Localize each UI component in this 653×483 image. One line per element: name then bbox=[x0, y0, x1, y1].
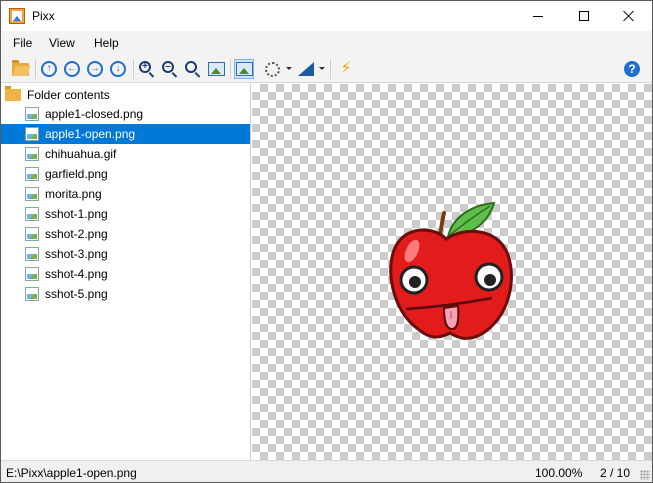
zoom-out-icon: – bbox=[162, 61, 174, 73]
maximize-button[interactable] bbox=[561, 1, 607, 31]
file-name: sshot-2.png bbox=[45, 227, 108, 241]
title-bar[interactable]: Pixx bbox=[1, 1, 652, 31]
status-file-path: E:\Pixx\apple1-open.png bbox=[6, 466, 137, 480]
file-item[interactable]: garfield.png bbox=[1, 164, 250, 184]
resize-grip[interactable] bbox=[640, 470, 650, 480]
minimize-icon bbox=[533, 15, 543, 17]
file-name: sshot-1.png bbox=[45, 207, 108, 221]
chevron-down-icon[interactable] bbox=[319, 67, 325, 70]
navigate-back-button[interactable]: ← bbox=[62, 59, 82, 79]
menu-bar: File View Help bbox=[1, 31, 652, 55]
image-file-icon bbox=[25, 107, 39, 121]
file-item[interactable]: sshot-2.png bbox=[1, 224, 250, 244]
app-window: Pixx File View Help ↑ ← → ↓ + – ⚡ ? Fold… bbox=[0, 0, 653, 483]
image-file-icon bbox=[25, 167, 39, 181]
toolbar-separator bbox=[133, 59, 134, 79]
image-file-icon bbox=[25, 267, 39, 281]
file-name: garfield.png bbox=[45, 167, 108, 181]
file-item[interactable]: sshot-4.png bbox=[1, 264, 250, 284]
image-file-icon bbox=[25, 287, 39, 301]
minimize-button[interactable] bbox=[515, 1, 561, 31]
toolbar-separator bbox=[330, 59, 331, 79]
image-file-icon bbox=[25, 127, 39, 141]
file-item[interactable]: apple1-closed.png bbox=[1, 104, 250, 124]
dotted-circle-icon bbox=[264, 61, 280, 77]
zoom-icon bbox=[185, 61, 197, 73]
status-zoom-level: 100.00% bbox=[535, 466, 583, 480]
toolbar-separator bbox=[35, 59, 36, 79]
apple-image bbox=[389, 201, 513, 340]
file-name: sshot-5.png bbox=[45, 287, 108, 301]
folder-icon bbox=[5, 86, 21, 101]
lightning-icon: ⚡ bbox=[340, 60, 352, 77]
status-image-count: 2 / 10 bbox=[600, 466, 631, 480]
status-bar: E:\Pixx\apple1-open.png 100.00% 2 / 10 bbox=[1, 460, 652, 482]
file-sidebar: Folder contents apple1-closed.png apple1… bbox=[1, 84, 251, 460]
file-name: sshot-3.png bbox=[45, 247, 108, 261]
image-file-icon bbox=[25, 247, 39, 261]
zoom-in-button[interactable]: + bbox=[137, 59, 157, 79]
gradient-triangle-icon bbox=[298, 62, 314, 76]
file-name: apple1-closed.png bbox=[45, 107, 144, 121]
help-button[interactable]: ? bbox=[622, 59, 642, 79]
folder-label: Folder contents bbox=[27, 88, 110, 102]
image-viewer[interactable] bbox=[252, 84, 652, 460]
navigate-forward-button[interactable]: → bbox=[85, 59, 105, 79]
file-item[interactable]: chihuahua.gif bbox=[1, 144, 250, 164]
close-icon bbox=[623, 10, 635, 22]
folder-header[interactable]: Folder contents bbox=[5, 86, 110, 104]
image-file-icon bbox=[25, 147, 39, 161]
window-title: Pixx bbox=[32, 9, 55, 23]
arrow-down-icon: ↓ bbox=[110, 61, 126, 77]
file-item[interactable]: sshot-1.png bbox=[1, 204, 250, 224]
toolbar-separator bbox=[230, 59, 231, 79]
close-button[interactable] bbox=[606, 1, 652, 31]
quick-action-button[interactable]: ⚡ bbox=[336, 59, 356, 79]
file-item[interactable]: morita.png bbox=[1, 184, 250, 204]
actual-size-button[interactable] bbox=[234, 59, 254, 79]
image-file-icon bbox=[25, 227, 39, 241]
navigate-up-button[interactable]: ↑ bbox=[39, 59, 59, 79]
image-file-icon bbox=[25, 187, 39, 201]
chevron-down-icon[interactable] bbox=[286, 67, 292, 70]
arrow-up-icon: ↑ bbox=[41, 61, 57, 77]
app-icon bbox=[9, 8, 25, 24]
picture-icon bbox=[207, 62, 225, 76]
menu-view[interactable]: View bbox=[49, 36, 75, 50]
color-tool-button[interactable] bbox=[296, 59, 316, 79]
file-name: sshot-4.png bbox=[45, 267, 108, 281]
maximize-icon bbox=[579, 11, 589, 21]
navigate-down-button[interactable]: ↓ bbox=[108, 59, 128, 79]
menu-file[interactable]: File bbox=[13, 36, 32, 50]
zoom-in-icon: + bbox=[139, 61, 151, 73]
arrow-left-icon: ← bbox=[64, 61, 80, 77]
zoom-out-button[interactable]: – bbox=[160, 59, 180, 79]
arrow-right-icon: → bbox=[87, 61, 103, 77]
file-item[interactable]: sshot-3.png bbox=[1, 244, 250, 264]
fit-image-button[interactable] bbox=[206, 59, 226, 79]
help-icon: ? bbox=[624, 61, 640, 77]
file-name: apple1-open.png bbox=[45, 127, 136, 141]
image-frame-icon bbox=[235, 62, 253, 76]
open-folder-button[interactable] bbox=[10, 59, 30, 79]
file-name: chihuahua.gif bbox=[45, 147, 117, 161]
file-name: morita.png bbox=[45, 187, 102, 201]
menu-help[interactable]: Help bbox=[94, 36, 119, 50]
selection-tool-button[interactable] bbox=[262, 59, 282, 79]
toolbar: ↑ ← → ↓ + – ⚡ ? bbox=[1, 55, 652, 83]
file-item[interactable]: sshot-5.png bbox=[1, 284, 250, 304]
open-folder-icon bbox=[11, 59, 29, 76]
zoom-fit-button[interactable] bbox=[183, 59, 203, 79]
image-file-icon bbox=[25, 207, 39, 221]
file-item-selected[interactable]: apple1-open.png bbox=[1, 124, 250, 144]
